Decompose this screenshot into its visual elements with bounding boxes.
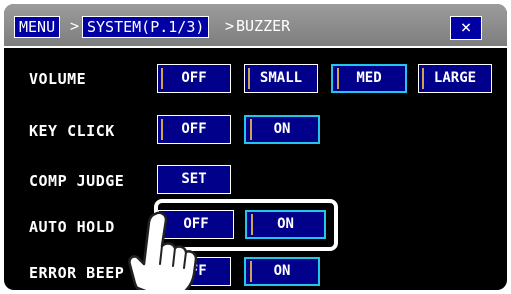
comp-judge-set-label: SET [181,171,207,187]
indicator-bar [251,214,253,235]
key-click-on-label: ON [273,121,291,137]
volume-med-button[interactable]: MED [331,64,407,93]
lcd-screen: MENU > SYSTEM(P.1/3) > BUZZER × VOLUME O… [4,4,507,290]
indicator-bar [250,119,252,140]
comp-judge-label: COMP JUDGE [29,172,125,190]
close-button[interactable]: × [450,16,482,40]
breadcrumb-menu[interactable]: MENU [14,16,61,38]
breadcrumb-current: BUZZER [236,17,291,35]
indicator-bar [337,68,339,89]
breadcrumb-system[interactable]: SYSTEM(P.1/3) [82,16,210,38]
hand-pointer-icon [128,211,198,290]
error-beep-on-button[interactable]: ON [244,257,320,286]
error-beep-on-label: ON [273,263,291,279]
key-click-on-button[interactable]: ON [244,115,320,144]
volume-large-label: LARGE [433,70,477,86]
volume-large-button[interactable]: LARGE [418,64,492,93]
volume-off-button[interactable]: OFF [157,64,231,93]
device-frame: MENU > SYSTEM(P.1/3) > BUZZER × VOLUME O… [0,0,511,294]
error-beep-label: ERROR BEEP [29,264,125,282]
breadcrumb-separator: > [70,17,80,35]
key-click-off-label: OFF [181,121,207,137]
indicator-bar [161,68,163,89]
auto-hold-on-label: ON [277,216,294,232]
auto-hold-on-button[interactable]: ON [245,210,326,239]
volume-small-button[interactable]: SMALL [244,64,318,93]
title-bar: MENU > SYSTEM(P.1/3) > BUZZER × [4,4,507,48]
indicator-bar [422,68,424,89]
indicator-bar [248,68,250,89]
indicator-bar [161,119,163,140]
volume-label: VOLUME [29,70,87,88]
volume-med-label: MED [356,70,382,86]
auto-hold-label: AUTO HOLD [29,218,115,236]
comp-judge-set-button[interactable]: SET [157,165,231,194]
volume-off-label: OFF [181,70,207,86]
volume-small-label: SMALL [259,70,303,86]
key-click-off-button[interactable]: OFF [157,115,231,144]
key-click-label: KEY CLICK [29,122,115,140]
indicator-bar [250,261,252,282]
breadcrumb-separator: > [225,17,235,35]
